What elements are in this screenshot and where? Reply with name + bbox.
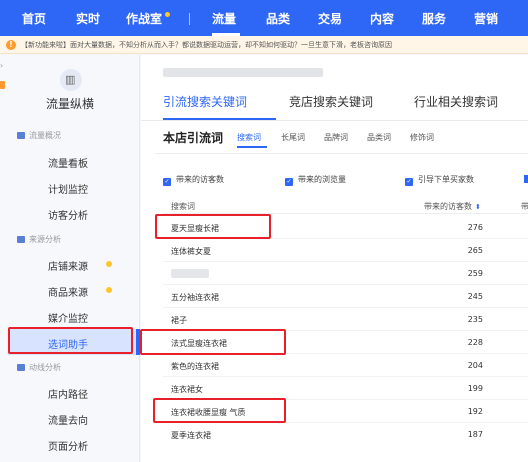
notice-text[interactable]: 【新功能来啦】面对大量数据，不知分析从而入手？都说数据驱动运营，却不知如何驱动？… [21, 36, 392, 53]
table-row-visitors: 245 [467, 292, 483, 301]
table-row-visitors: 192 [467, 407, 483, 416]
group-title-overview: 流量概况 [17, 130, 61, 141]
sidebar-item-traffic-destination[interactable]: 流量去向 [48, 412, 88, 427]
row-divider [163, 284, 528, 285]
table-row-keyword[interactable]: 连体裤女夏 [171, 246, 211, 257]
app-title: 流量纵横 [45, 97, 94, 111]
chevron-icon: › [0, 61, 4, 70]
table-row-visitors: 199 [467, 384, 483, 393]
highlight-box [155, 214, 271, 239]
tab-own-search-keywords[interactable]: 引流搜索关键词 [163, 93, 247, 110]
sidebar-item-page-analysis[interactable]: 页面分析 [48, 438, 88, 453]
table-row-keyword[interactable]: 裙子 [171, 315, 187, 326]
sidebar-item-shop-source[interactable]: 店铺来源 [48, 258, 88, 273]
highlight-box [153, 398, 286, 423]
table-row-visitors: 228 [467, 338, 483, 347]
table-row-visitors: 235 [467, 315, 483, 324]
tab-competitor-keywords[interactable]: 竞店搜索关键词 [289, 93, 373, 110]
group-title-flow: 动线分析 [17, 362, 61, 373]
top-nav-bar: 首页 实时 作战室 流量 品类 交易 内容 服务 营销 [0, 0, 528, 36]
notice-bar: ! 【新功能来啦】面对大量数据，不知分析从而入手？都说数据驱动运营，却不知如何驱… [0, 36, 528, 54]
nav-realtime[interactable]: 实时 [76, 0, 100, 36]
nav-traffic[interactable]: 流量 [212, 0, 236, 36]
group-title-source: 来源分析 [17, 234, 61, 245]
nav-war-room-badge [165, 12, 170, 17]
folder-icon [17, 132, 25, 139]
row-divider [163, 376, 528, 377]
section-divider [155, 153, 528, 154]
new-badge-dot [106, 261, 112, 267]
check-pageviews[interactable]: ✓ 带来的浏览量 [285, 174, 346, 186]
section-title: 本店引流词 [163, 131, 224, 145]
table-row-visitors: 259 [467, 269, 483, 278]
checkbox-checked-icon: ✓ [163, 178, 171, 186]
subtab-long-tail[interactable]: 长尾词 [281, 132, 305, 143]
column-header-keyword: 搜索词 [171, 202, 195, 211]
table-row-visitors: 276 [467, 223, 483, 232]
table-row-keyword[interactable]: 连衣裙女 [171, 384, 203, 395]
row-divider [163, 261, 528, 262]
table-row-keyword[interactable]: 紫色的连衣裙 [171, 361, 219, 372]
sidebar-item-store-path[interactable]: 店内路径 [48, 386, 88, 401]
sidebar-item-traffic-board[interactable]: 流量看板 [48, 155, 88, 170]
tab-industry-keywords[interactable]: 行业相关搜索词 [414, 93, 498, 110]
nav-transaction[interactable]: 交易 [318, 0, 342, 36]
collapse-handle[interactable]: › [0, 55, 6, 95]
column-header-truncated: 带 [521, 202, 528, 211]
nav-home[interactable]: 首页 [22, 0, 46, 36]
checkbox-checked-icon: ✓ [285, 178, 293, 186]
subtab-active-underline [237, 146, 267, 148]
checkbox-checked-icon[interactable] [524, 175, 528, 183]
check-buyers[interactable]: ✓ 引导下单买家数 [405, 174, 474, 186]
table-row-visitors: 204 [467, 361, 483, 370]
folder-icon [17, 236, 25, 243]
nav-war-room[interactable]: 作战室 [126, 0, 162, 36]
sidebar-item-media-monitor[interactable]: 媒介监控 [48, 310, 88, 325]
nav-category[interactable]: 品类 [266, 0, 290, 36]
edge-marker-icon [0, 81, 5, 89]
app-logo-icon: ▥ [60, 69, 82, 91]
table-row-keyword-blurred [171, 269, 209, 278]
table-row-visitors: 265 [467, 246, 483, 255]
column-header-visitors[interactable]: 带来的访客数 ⬍ [424, 201, 481, 212]
subtab-brand[interactable]: 品牌词 [324, 132, 348, 143]
table-row-keyword[interactable]: 五分袖连衣裙 [171, 292, 219, 303]
table-row-visitors: 187 [467, 430, 483, 439]
table-row-keyword[interactable]: 夏季连衣裙 [171, 430, 211, 441]
nav-service[interactable]: 服务 [422, 0, 446, 36]
subtab-modifier[interactable]: 修饰词 [410, 132, 434, 143]
tabs-divider [141, 120, 528, 121]
blurred-shop-name [163, 68, 323, 77]
highlight-box-sidebar [8, 327, 133, 354]
nav-marketing[interactable]: 营销 [474, 0, 498, 36]
row-divider [163, 307, 528, 308]
sort-desc-icon: ⬍ [475, 203, 481, 211]
warning-icon: ! [6, 40, 16, 50]
sidebar-item-plan-monitor[interactable]: 计划监控 [48, 181, 88, 196]
highlight-box [140, 329, 286, 355]
nav-separator [189, 13, 190, 25]
check-visitors[interactable]: ✓ 带来的访客数 [163, 174, 224, 186]
checkbox-checked-icon: ✓ [405, 178, 413, 186]
sidebar-item-visitor-analysis[interactable]: 访客分析 [48, 207, 88, 222]
subtab-search-word[interactable]: 搜索词 [237, 132, 261, 143]
subtab-category[interactable]: 品类词 [367, 132, 391, 143]
folder-icon [17, 364, 25, 371]
new-badge-dot [106, 287, 112, 293]
nav-content[interactable]: 内容 [370, 0, 394, 36]
sidebar-item-product-source[interactable]: 商品来源 [48, 284, 88, 299]
